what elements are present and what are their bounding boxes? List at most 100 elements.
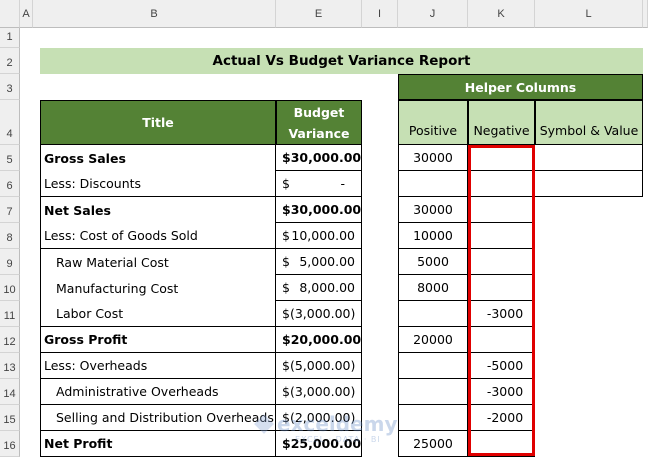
negative-cell[interactable] [468, 431, 535, 457]
column-header-A[interactable]: A [20, 0, 33, 28]
symbol-value-cell[interactable] [535, 145, 643, 171]
column-header-K[interactable]: K [468, 0, 535, 28]
positive-cell[interactable]: 30000 [398, 145, 468, 171]
amount: - [340, 176, 345, 191]
title-cell[interactable]: Administrative Overheads [40, 379, 276, 405]
header-budget-variance-line: Budget [293, 104, 345, 120]
amount: 20,000.00 [290, 332, 362, 347]
column-header-J[interactable]: J [398, 0, 468, 28]
header-negative: Negative [468, 100, 535, 145]
title-cell[interactable]: Gross Sales [40, 145, 276, 171]
title-cell[interactable]: Gross Profit [40, 327, 276, 353]
budget-variance-cell[interactable]: $5,000.00 [276, 249, 362, 275]
header-symbol-value: Symbol & Value [535, 100, 643, 145]
negative-cell[interactable] [468, 197, 535, 223]
positive-cell[interactable] [398, 405, 468, 431]
row-header-15[interactable]: 15 [0, 405, 20, 431]
select-all-corner[interactable] [0, 0, 20, 28]
negative-cell[interactable]: -3000 [468, 301, 535, 327]
negative-cell[interactable] [468, 223, 535, 249]
amount: (5,000.00) [289, 358, 356, 373]
positive-cell[interactable]: 10000 [398, 223, 468, 249]
row-header-8[interactable]: 8 [0, 223, 20, 249]
amount: (3,000.00) [289, 306, 356, 321]
currency-symbol: $ [282, 358, 290, 373]
row-header-12[interactable]: 12 [0, 327, 20, 353]
amount: 30,000.00 [290, 202, 362, 217]
positive-cell[interactable] [398, 301, 468, 327]
title-cell[interactable]: Raw Material Cost [40, 249, 276, 275]
watermark-tagline: EXCEL · DATA · BI [295, 435, 381, 444]
column-header-L[interactable]: L [535, 0, 643, 28]
column-header-B[interactable]: B [33, 0, 276, 28]
row-header-5[interactable]: 5 [0, 145, 20, 171]
currency-symbol: $ [282, 332, 291, 347]
symbol-value-cell[interactable] [535, 171, 643, 197]
column-header-next[interactable] [643, 0, 648, 28]
header-title: Title [40, 100, 276, 145]
budget-variance-cell[interactable]: $8,000.00 [276, 275, 362, 301]
row-header-11[interactable]: 11 [0, 301, 20, 327]
title-cell[interactable]: Less: Discounts [40, 171, 276, 197]
title-cell[interactable]: Less: Cost of Goods Sold [40, 223, 276, 249]
row-header-14[interactable]: 14 [0, 379, 20, 405]
amount: 10,000.00 [291, 228, 355, 243]
row-header-4[interactable]: 4 [0, 100, 20, 145]
row-header-16[interactable]: 16 [0, 431, 20, 457]
positive-cell[interactable] [398, 171, 468, 197]
budget-variance-cell[interactable]: $10,000.00 [276, 223, 362, 249]
title-cell[interactable]: Selling and Distribution Overheads [40, 405, 276, 431]
currency-symbol: $ [282, 228, 290, 243]
positive-cell[interactable]: 8000 [398, 275, 468, 301]
row-header-2[interactable]: 2 [0, 48, 20, 74]
positive-cell[interactable]: 25000 [398, 431, 468, 457]
report-title: Actual Vs Budget Variance Report [40, 48, 643, 74]
positive-cell[interactable]: 20000 [398, 327, 468, 353]
row-header-7[interactable]: 7 [0, 197, 20, 223]
currency-symbol: $ [282, 176, 290, 191]
header-budget-variance-line: Variance [288, 125, 350, 141]
title-cell[interactable]: Less: Overheads [40, 353, 276, 379]
negative-cell[interactable]: -2000 [468, 405, 535, 431]
currency-symbol: $ [282, 254, 290, 269]
currency-symbol: $ [282, 306, 290, 321]
helper-columns-title: Helper Columns [398, 74, 643, 100]
positive-cell[interactable] [398, 379, 468, 405]
currency-symbol: $ [282, 150, 291, 165]
title-cell[interactable]: Manufacturing Cost [40, 275, 276, 301]
title-cell[interactable]: Net Profit [40, 431, 276, 457]
negative-cell[interactable] [468, 327, 535, 353]
budget-variance-cell[interactable]: $ (3,000.00) [276, 301, 362, 327]
negative-cell[interactable] [468, 171, 535, 197]
amount: (3,000.00) [289, 384, 356, 399]
row-header-9[interactable]: 9 [0, 249, 20, 275]
positive-cell[interactable]: 30000 [398, 197, 468, 223]
amount: 5,000.00 [299, 254, 355, 269]
watermark-name: exceldemy [277, 412, 398, 436]
row-header-6[interactable]: 6 [0, 171, 20, 197]
budget-variance-cell[interactable]: $ (3,000.00) [276, 379, 362, 405]
positive-cell[interactable]: 5000 [398, 249, 468, 275]
negative-cell[interactable] [468, 275, 535, 301]
title-cell[interactable]: Labor Cost [40, 301, 276, 327]
budget-variance-cell[interactable]: $30,000.00 [276, 197, 362, 223]
column-header-E[interactable]: E [276, 0, 362, 28]
title-cell[interactable]: Net Sales [40, 197, 276, 223]
column-header-I[interactable]: I [362, 0, 398, 28]
row-header-13[interactable]: 13 [0, 353, 20, 379]
negative-cell[interactable]: -5000 [468, 353, 535, 379]
amount: 8,000.00 [299, 280, 355, 295]
header-budget-variance: Budget Variance [276, 100, 362, 145]
negative-cell[interactable] [468, 249, 535, 275]
row-header-3[interactable]: 3 [0, 74, 20, 100]
budget-variance-cell[interactable]: $30,000.00 [276, 145, 362, 171]
budget-variance-cell[interactable]: $ - [276, 171, 362, 197]
negative-cell[interactable] [468, 145, 535, 171]
negative-cell[interactable]: -3000 [468, 379, 535, 405]
budget-variance-cell[interactable]: $ (5,000.00) [276, 353, 362, 379]
exceldemy-watermark-logo: exceldemy EXCEL · DATA · BI [254, 412, 405, 453]
row-header-10[interactable]: 10 [0, 275, 20, 301]
row-header-1[interactable]: 1 [0, 28, 20, 48]
positive-cell[interactable] [398, 353, 468, 379]
budget-variance-cell[interactable]: $20,000.00 [276, 327, 362, 353]
